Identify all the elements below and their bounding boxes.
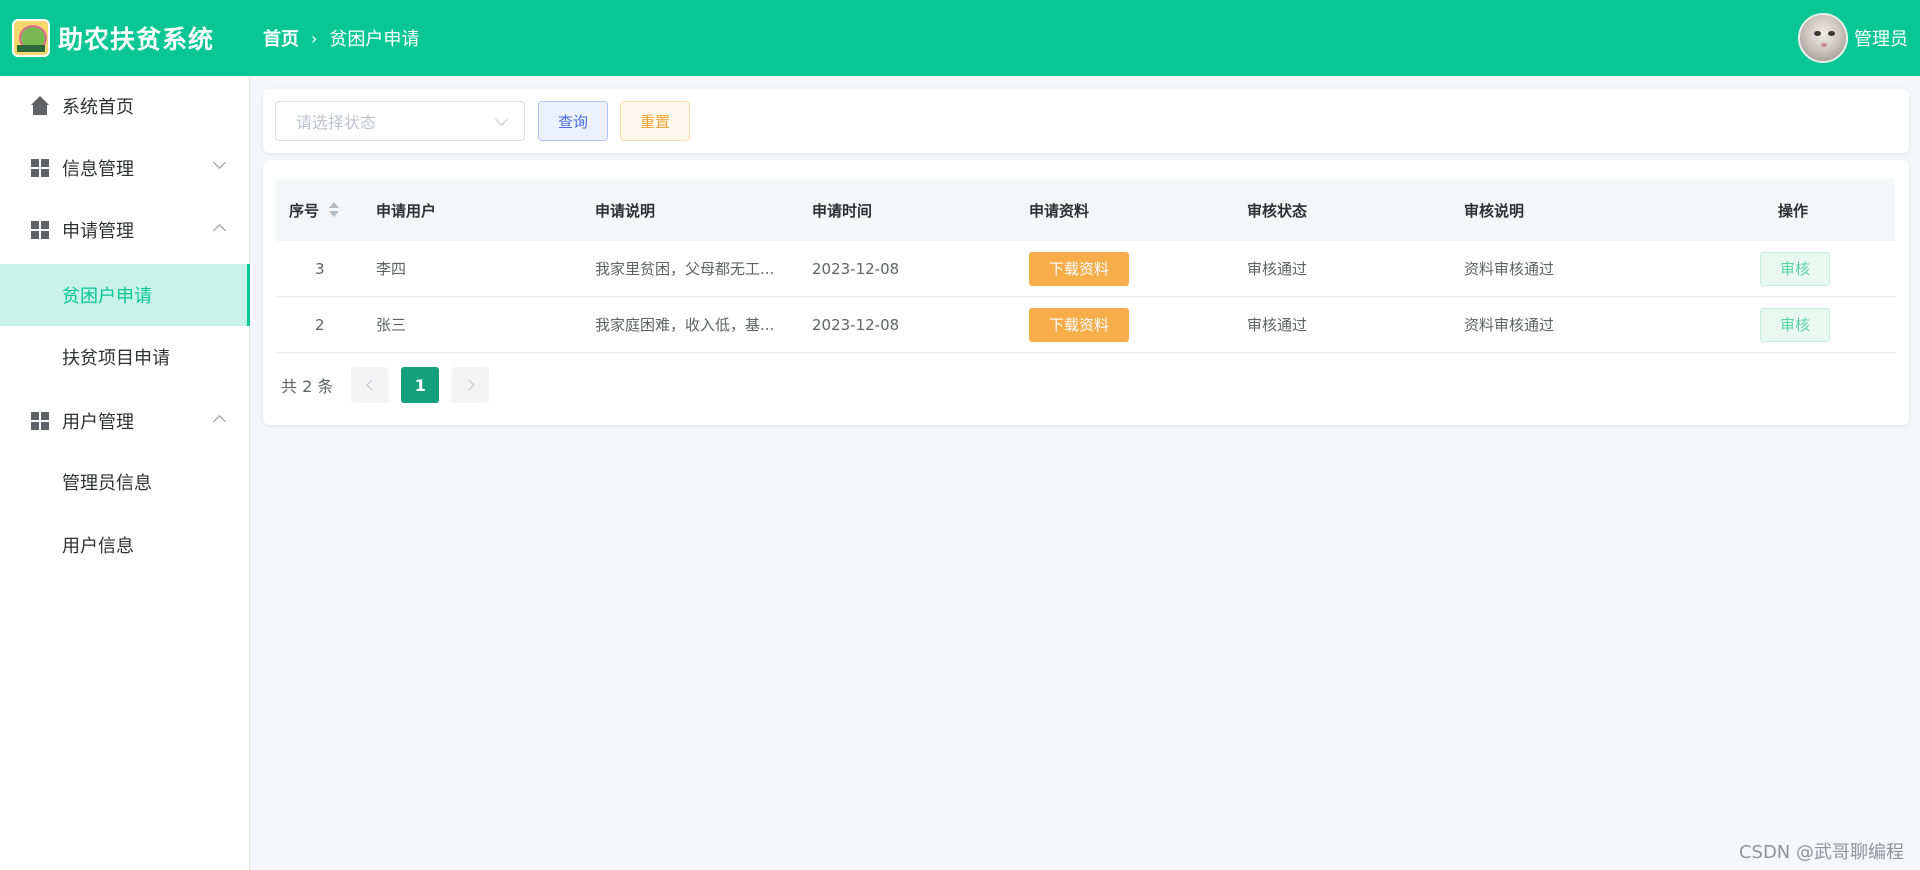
audit-button[interactable]: 审核 xyxy=(1760,307,1830,342)
page-number[interactable]: 1 xyxy=(401,367,440,403)
next-page-button[interactable] xyxy=(451,367,490,403)
app-title: 助农扶贫系统 xyxy=(58,25,215,54)
grid-icon xyxy=(30,158,50,178)
user-menu[interactable]: 管理员 xyxy=(1798,13,1908,63)
cell-user: 李四 xyxy=(376,260,407,278)
cell-audit-remark: 资料审核通过 xyxy=(1464,260,1555,278)
column-header-id[interactable]: 序号 xyxy=(289,179,340,241)
reset-button[interactable]: 重置 xyxy=(620,101,690,141)
cell-audit-status: 审核通过 xyxy=(1247,316,1308,334)
sidebar-item-label: 扶贫项目申请 xyxy=(62,348,170,369)
table-header: 序号 申请用户 申请说明 申请时间 申请资料 审核状态 审核说明 操作 xyxy=(275,179,1895,241)
sidebar-item-poverty-project-application[interactable]: 扶贫项目申请 xyxy=(0,326,250,388)
column-header-description: 申请说明 xyxy=(595,201,656,220)
chevron-right-icon xyxy=(463,379,475,391)
audit-button[interactable]: 审核 xyxy=(1760,251,1830,286)
grid-icon xyxy=(30,411,50,431)
status-select-placeholder: 请选择状态 xyxy=(296,113,377,132)
sidebar-item-home[interactable]: 系统首页 xyxy=(0,76,250,136)
prev-page-button[interactable] xyxy=(351,367,390,403)
sidebar-item-label: 用户管理 xyxy=(62,412,134,433)
sidebar-item-label: 贫困户申请 xyxy=(62,286,152,307)
sidebar-item-application-management[interactable]: 申请管理 xyxy=(0,200,250,260)
table-row: 3 李四 我家里贫困，父母都无工... 2023-12-08 下载资料 审核通过… xyxy=(275,241,1895,297)
sidebar-item-admin-info[interactable]: 管理员信息 xyxy=(0,451,250,513)
pagination-total: 共 2 条 xyxy=(281,377,334,396)
breadcrumb: 首页 › 贫困户申请 xyxy=(263,25,419,51)
cell-action: 审核 xyxy=(1760,297,1830,352)
top-header: 助农扶贫系统 首页 › 贫困户申请 管理员 xyxy=(0,0,1920,76)
cell-audit-remark: 资料审核通过 xyxy=(1464,316,1555,334)
cell-time: 2023-12-08 xyxy=(812,315,900,334)
sort-icon[interactable] xyxy=(329,201,340,219)
chevron-down-icon xyxy=(213,156,226,169)
cell-time: 2023-12-08 xyxy=(812,259,900,278)
sidebar-item-info-management[interactable]: 信息管理 xyxy=(0,138,250,198)
sidebar-item-label: 信息管理 xyxy=(62,159,134,180)
sidebar-item-poor-household-application[interactable]: 贫困户申请 xyxy=(0,264,250,326)
sidebar: 系统首页 信息管理 申请管理 贫困户申请 扶贫项目申请 用户管理 管理员信息 用… xyxy=(0,76,250,870)
sidebar-item-label: 管理员信息 xyxy=(62,473,152,494)
chevron-up-icon xyxy=(213,415,226,428)
column-header-user: 申请用户 xyxy=(376,201,437,220)
column-header-audit-remark: 审核说明 xyxy=(1464,201,1525,220)
sidebar-item-label: 用户信息 xyxy=(62,536,134,557)
avatar[interactable] xyxy=(1798,13,1848,63)
chevron-left-icon xyxy=(366,379,378,391)
query-button[interactable]: 查询 xyxy=(538,101,608,141)
download-button[interactable]: 下载资料 xyxy=(1029,251,1129,286)
home-icon xyxy=(30,96,50,116)
app-logo xyxy=(12,19,50,57)
chevron-up-icon xyxy=(213,224,226,237)
cell-action: 审核 xyxy=(1760,241,1830,296)
cell-id: 2 xyxy=(315,315,325,334)
sidebar-item-user-info[interactable]: 用户信息 xyxy=(0,514,250,576)
breadcrumb-separator-icon: › xyxy=(311,28,318,48)
cell-materials: 下载资料 xyxy=(1029,241,1129,296)
column-header-audit-status: 审核状态 xyxy=(1247,201,1308,220)
data-table: 序号 申请用户 申请说明 申请时间 申请资料 审核状态 审核说明 操作 3 李四… xyxy=(263,160,1909,425)
status-select[interactable]: 请选择状态 xyxy=(275,101,525,141)
table-row: 2 张三 我家庭困难，收入低，基... 2023-12-08 下载资料 审核通过… xyxy=(275,297,1895,353)
cell-audit-status: 审核通过 xyxy=(1247,260,1308,278)
cell-description: 我家庭困难，收入低，基... xyxy=(595,316,775,334)
grid-icon xyxy=(30,220,50,240)
admin-name[interactable]: 管理员 xyxy=(1854,25,1908,51)
sidebar-item-label: 系统首页 xyxy=(62,97,134,118)
cell-user: 张三 xyxy=(376,316,407,334)
download-button[interactable]: 下载资料 xyxy=(1029,307,1129,342)
breadcrumb-current: 贫困户申请 xyxy=(329,29,420,50)
cell-materials: 下载资料 xyxy=(1029,297,1129,352)
cell-id: 3 xyxy=(315,259,325,278)
cell-description: 我家里贫困，父母都无工... xyxy=(595,260,775,278)
column-header-action: 操作 xyxy=(1778,201,1809,220)
chevron-down-icon xyxy=(495,113,508,126)
search-bar: 请选择状态 查询 重置 xyxy=(263,89,1909,153)
breadcrumb-home[interactable]: 首页 xyxy=(263,25,299,51)
column-header-materials: 申请资料 xyxy=(1029,201,1090,220)
column-header-time: 申请时间 xyxy=(812,201,873,220)
watermark: CSDN @武哥聊编程 xyxy=(1738,842,1904,863)
sidebar-item-user-management[interactable]: 用户管理 xyxy=(0,391,250,451)
sidebar-item-label: 申请管理 xyxy=(62,221,134,242)
pagination: 共 2 条 1 xyxy=(281,367,490,403)
